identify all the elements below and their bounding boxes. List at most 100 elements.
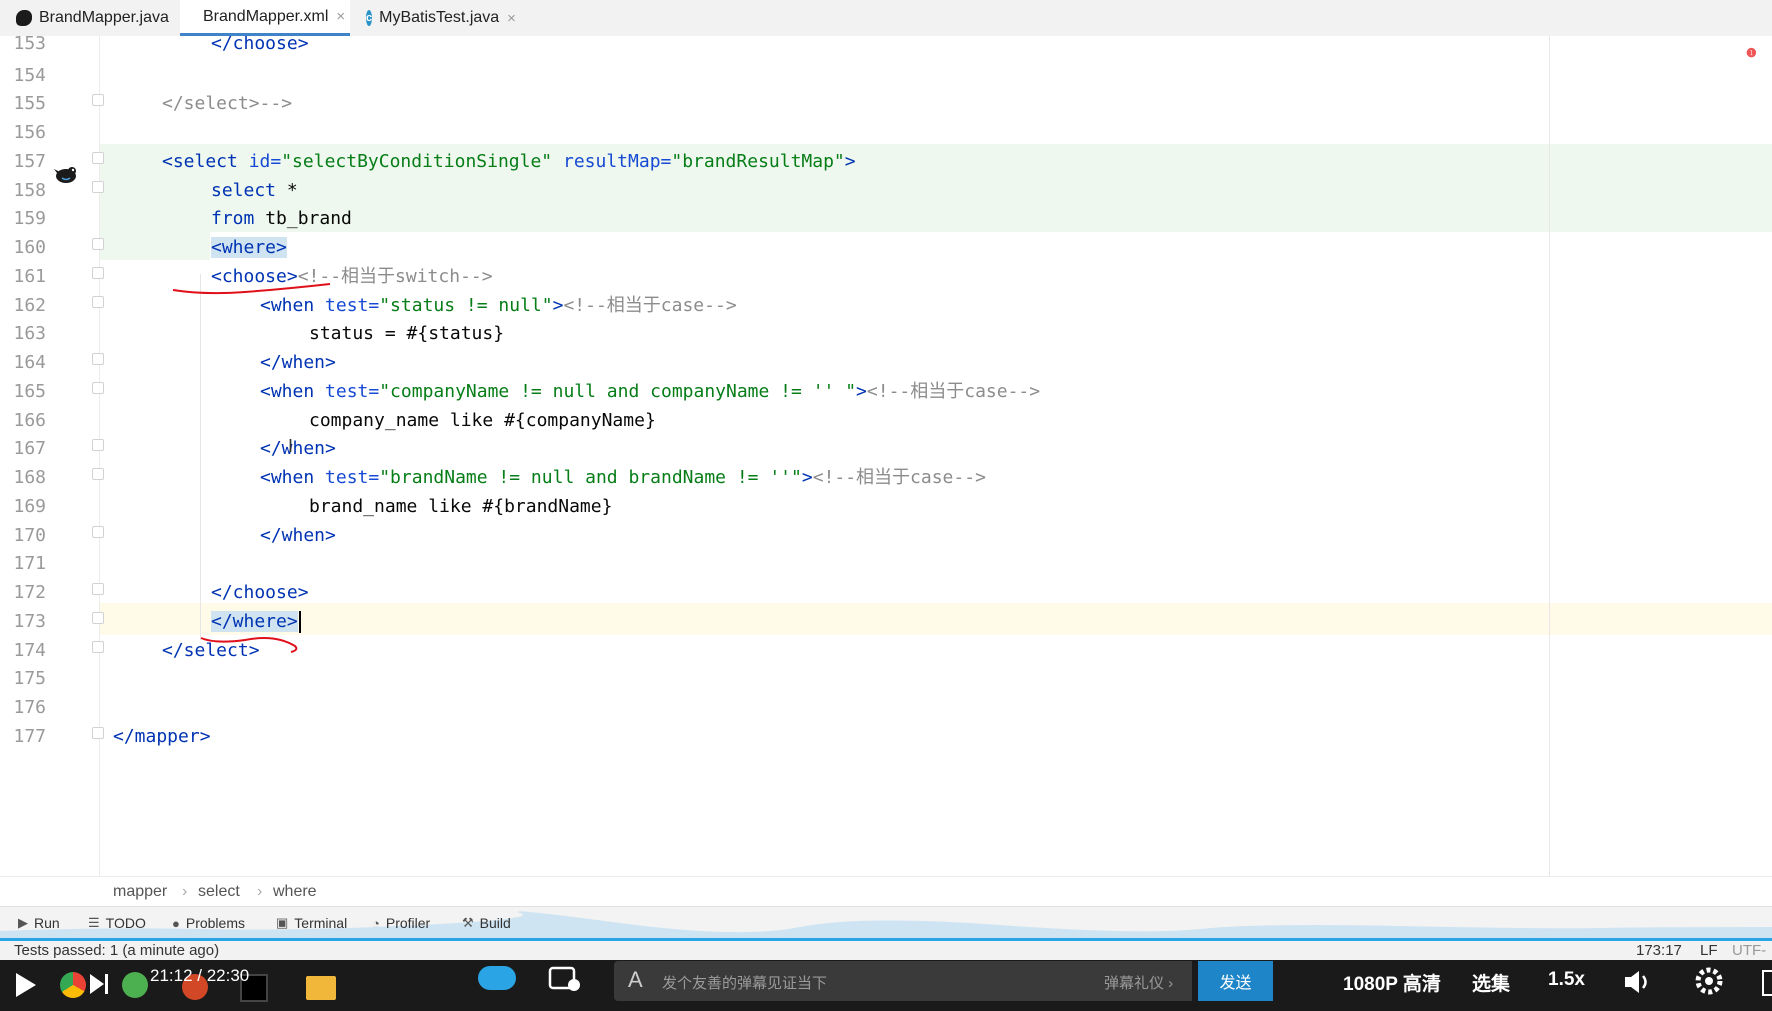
tool-profiler[interactable]: ◔ Profiler bbox=[372, 915, 430, 931]
code-token: </select>--> bbox=[162, 93, 293, 114]
tool-todo[interactable]: ☰ TODO bbox=[88, 915, 146, 931]
close-icon[interactable]: × bbox=[336, 8, 345, 25]
breadcrumb-item[interactable]: select bbox=[198, 883, 240, 901]
indent-guide bbox=[200, 274, 201, 640]
line-number: 165 bbox=[13, 381, 46, 402]
fold-marker[interactable] bbox=[92, 353, 104, 365]
code-token: <when bbox=[260, 381, 326, 402]
tab-label: MyBatisTest.java bbox=[379, 9, 500, 26]
line-number: 171 bbox=[13, 553, 46, 574]
tool-label: TODO bbox=[105, 915, 146, 931]
fold-marker[interactable] bbox=[92, 382, 104, 394]
settings-gear-icon[interactable] bbox=[1694, 966, 1724, 996]
fold-marker[interactable] bbox=[92, 181, 104, 193]
folder-taskbar-icon[interactable] bbox=[306, 976, 336, 1000]
episodes-button[interactable]: 选集 bbox=[1472, 969, 1510, 996]
video-player-controls: 21:12 / 22:30 A 发个友善的弹幕见证当下 弹幕礼仪 › 发送 10… bbox=[0, 960, 1772, 1011]
fold-marker[interactable] bbox=[92, 612, 104, 624]
tab-mybatistest-java[interactable]: c MyBatisTest.java × bbox=[350, 0, 516, 36]
line-number: 156 bbox=[13, 122, 46, 143]
code-line-170: </when> bbox=[260, 520, 336, 552]
line-number: 161 bbox=[13, 266, 46, 287]
tab-brandmapper-xml[interactable]: BrandMapper.xml × bbox=[180, 0, 350, 36]
code-token: test= bbox=[325, 381, 380, 402]
mybatis-bird-icon bbox=[16, 10, 32, 26]
code-line-177: </mapper> bbox=[113, 721, 211, 753]
status-message: Tests passed: 1 (a minute ago) bbox=[14, 942, 220, 959]
code-token: "selectByConditionSingle" bbox=[281, 151, 553, 172]
code-line-166: company_name like #{companyName} bbox=[309, 405, 656, 437]
fold-marker[interactable] bbox=[92, 583, 104, 595]
play-icon[interactable] bbox=[10, 970, 40, 1000]
fold-marker[interactable] bbox=[92, 267, 104, 279]
tool-label: Terminal bbox=[294, 915, 348, 931]
volume-icon[interactable] bbox=[1622, 968, 1652, 996]
code-line-168: <when test="brandName != null and brandN… bbox=[260, 462, 986, 494]
line-number: 167 bbox=[13, 438, 46, 459]
line-separator[interactable]: LF bbox=[1700, 942, 1718, 959]
danmaku-input[interactable]: A 发个友善的弹幕见证当下 弹幕礼仪 › bbox=[614, 961, 1192, 1001]
terminal-icon: ▣ bbox=[276, 915, 289, 930]
tool-label: Profiler bbox=[385, 915, 431, 931]
font-style-icon[interactable]: A bbox=[628, 967, 643, 993]
fold-marker[interactable] bbox=[92, 526, 104, 538]
code-editor[interactable]: 153 154 155 156 157 158 159 160 161 162 … bbox=[0, 36, 1772, 876]
danmaku-placeholder: 发个友善的弹幕见证当下 bbox=[662, 975, 828, 992]
fold-marker[interactable] bbox=[92, 296, 104, 308]
code-token: > bbox=[856, 381, 867, 402]
fold-marker[interactable] bbox=[92, 727, 104, 739]
code-line-169: brand_name like #{brandName} bbox=[309, 491, 612, 523]
danmaku-settings-icon[interactable] bbox=[548, 965, 582, 993]
code-token: id= bbox=[248, 151, 282, 172]
pen-annotation bbox=[172, 283, 331, 295]
fold-marker[interactable] bbox=[92, 439, 104, 451]
line-number: 177 bbox=[13, 726, 46, 747]
code-token: <!--相当于case--> bbox=[866, 381, 1041, 402]
code-token: > bbox=[844, 151, 856, 172]
chrome-taskbar-icon[interactable] bbox=[60, 972, 86, 998]
speed-selector[interactable]: 1.5x bbox=[1548, 969, 1585, 991]
tool-terminal[interactable]: ▣ Terminal bbox=[276, 915, 347, 931]
code-line-160: <where> bbox=[211, 232, 287, 264]
tool-build[interactable]: ⚒ Build bbox=[462, 915, 511, 931]
quality-selector[interactable]: 1080P 高清 bbox=[1343, 969, 1441, 996]
profiler-icon: ◔ bbox=[372, 915, 380, 931]
code-token: </when> bbox=[260, 352, 336, 373]
code-token: status = #{status} bbox=[309, 323, 505, 344]
line-number: 172 bbox=[13, 582, 46, 603]
fullscreen-icon[interactable] bbox=[1762, 970, 1772, 996]
danmaku-toggle[interactable] bbox=[478, 966, 516, 990]
breadcrumb-item[interactable]: mapper bbox=[113, 883, 167, 901]
code-line-163: status = #{status} bbox=[309, 318, 504, 350]
build-icon: ⚒ bbox=[462, 915, 474, 930]
caret-position[interactable]: 173:17 bbox=[1636, 942, 1682, 959]
mybatis-bird-icon[interactable] bbox=[54, 165, 78, 185]
line-number: 153 bbox=[13, 36, 46, 54]
next-icon[interactable] bbox=[88, 972, 110, 996]
line-number: 155 bbox=[13, 93, 46, 114]
fold-marker[interactable] bbox=[92, 94, 104, 106]
tab-label: BrandMapper.xml bbox=[203, 7, 329, 25]
run-icon: ▶ bbox=[18, 915, 28, 930]
code-line-167: </when> bbox=[260, 433, 336, 465]
error-stripe-icon[interactable]: ❶ bbox=[1746, 46, 1757, 60]
fold-marker[interactable] bbox=[92, 238, 104, 250]
code-token: "companyName != null and companyName != … bbox=[379, 381, 857, 402]
code-token: tb_brand bbox=[254, 208, 352, 229]
code-token: <!--相当于case--> bbox=[812, 467, 986, 488]
close-icon[interactable]: × bbox=[507, 10, 516, 27]
tool-run[interactable]: ▶ Run bbox=[18, 915, 60, 931]
danmaku-etiquette-link[interactable]: 弹幕礼仪 › bbox=[1104, 972, 1173, 993]
code-line-165: <when test="companyName != null and comp… bbox=[260, 376, 1040, 408]
chevron-right-icon: › bbox=[182, 883, 188, 900]
text-caret bbox=[298, 611, 301, 633]
fold-marker[interactable] bbox=[92, 468, 104, 480]
send-button[interactable]: 发送 bbox=[1198, 961, 1273, 1001]
fold-marker[interactable] bbox=[92, 641, 104, 653]
taskbar-app-icon[interactable] bbox=[122, 972, 148, 998]
tab-brandmapper-java[interactable]: BrandMapper.java bbox=[0, 0, 180, 36]
line-number: 173 bbox=[13, 611, 46, 632]
fold-marker[interactable] bbox=[92, 152, 104, 164]
tool-problems[interactable]: ● Problems bbox=[172, 915, 245, 931]
breadcrumb-item[interactable]: where bbox=[273, 883, 317, 901]
